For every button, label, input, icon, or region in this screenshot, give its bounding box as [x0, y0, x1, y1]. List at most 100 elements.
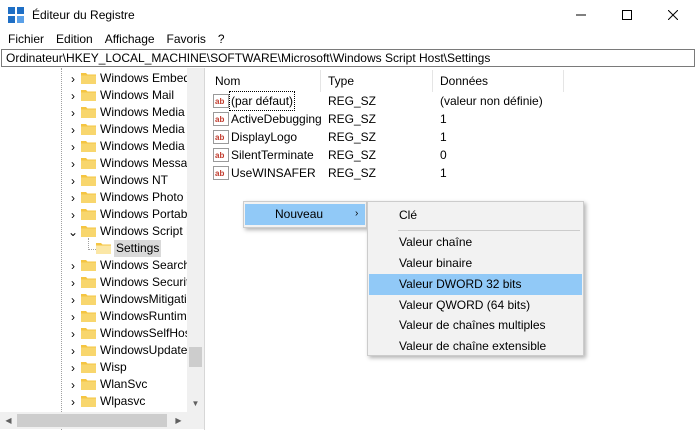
submenu-arrow-icon: ›: [355, 208, 359, 219]
close-button[interactable]: [650, 0, 696, 30]
expand-chevron-icon[interactable]: ›: [68, 359, 78, 376]
folder-icon: [81, 361, 96, 373]
tree-item-settings[interactable]: Settings: [0, 240, 190, 257]
value-row[interactable]: ab ActiveDebugging REG_SZ 1: [207, 110, 696, 128]
tree-item[interactable]: › Windows Media Player NSS: [0, 138, 190, 155]
tree-item[interactable]: › Windows Embedded: [0, 70, 190, 87]
expand-chevron-icon[interactable]: ›: [68, 189, 78, 206]
tree-item[interactable]: › Wisp: [0, 359, 190, 376]
menu-favoris[interactable]: Favoris: [161, 30, 212, 48]
menu-item-cle[interactable]: Clé: [369, 205, 582, 226]
tree-item[interactable]: › Windows Messaging Subsystem: [0, 155, 190, 172]
menu-bar: Fichier Edition Affichage Favoris ?: [0, 30, 231, 48]
value-type: REG_SZ: [328, 112, 377, 126]
svg-text:ab: ab: [215, 151, 224, 160]
scroll-down-arrow-icon[interactable]: ▼: [187, 395, 204, 412]
column-header-data[interactable]: Données: [432, 70, 488, 92]
expand-chevron-icon[interactable]: ›: [68, 376, 78, 393]
menu-item-valeur-chaine[interactable]: Valeur chaîne: [369, 232, 582, 253]
tree-item-label: Wlpasvc: [100, 394, 146, 408]
folder-icon: [96, 242, 111, 254]
menu-item-nouveau[interactable]: Nouveau: [245, 204, 365, 225]
expand-chevron-icon[interactable]: ›: [68, 393, 78, 410]
tree-item[interactable]: › WindowsRuntime: [0, 308, 190, 325]
value-name: SilentTerminate: [231, 148, 314, 162]
tree-item[interactable]: › Windows Search: [0, 257, 190, 274]
tree-item[interactable]: › WindowsSelfHost: [0, 325, 190, 342]
maximize-icon: [622, 10, 632, 20]
value-data: 0: [440, 148, 447, 162]
tree-item-label: Windows Media Foundation: [100, 122, 190, 136]
column-header-name[interactable]: Nom: [207, 70, 240, 92]
folder-icon: [81, 276, 96, 288]
tree-pane[interactable]: › Windows Embedded › Windows Mail › Wind…: [0, 68, 205, 430]
menu-item-valeur-dword[interactable]: Valeur DWORD 32 bits: [369, 274, 582, 295]
value-row[interactable]: ab (par défaut) REG_SZ (valeur non défin…: [207, 91, 696, 111]
tree-item[interactable]: › Wlpasvc: [0, 393, 190, 410]
folder-icon: [81, 259, 96, 271]
value-data: 1: [440, 112, 447, 126]
tree-item[interactable]: › WindowsUpdate: [0, 342, 190, 359]
menu-item-valeur-chaine-extensible[interactable]: Valeur de chaîne extensible: [369, 336, 582, 357]
column-divider[interactable]: [563, 70, 564, 92]
reg-sz-icon: ab: [213, 130, 229, 144]
address-bar[interactable]: Ordinateur\HKEY_LOCAL_MACHINE\SOFTWARE\M…: [1, 49, 695, 67]
tree-item[interactable]: › Windows Media Device Manager: [0, 104, 190, 121]
tree-item[interactable]: › Windows Mail: [0, 87, 190, 104]
tree-item-label: Wisp: [100, 360, 127, 374]
list-header: Nom Type Données: [207, 70, 696, 92]
expand-chevron-icon[interactable]: ›: [68, 206, 78, 223]
menu-item-valeur-chaines-multiples[interactable]: Valeur de chaînes multiples: [369, 315, 582, 336]
expand-chevron-icon[interactable]: ›: [68, 325, 78, 342]
menu-item-valeur-qword[interactable]: Valeur QWORD (64 bits): [369, 295, 582, 316]
minimize-button[interactable]: [558, 0, 604, 30]
collapse-chevron-icon[interactable]: ⌄: [68, 223, 78, 240]
folder-icon: [81, 395, 96, 407]
expand-chevron-icon[interactable]: ›: [68, 172, 78, 189]
expand-chevron-icon[interactable]: ›: [68, 342, 78, 359]
scrollbar-thumb[interactable]: [17, 414, 167, 427]
expand-chevron-icon[interactable]: ›: [68, 121, 78, 138]
expand-chevron-icon[interactable]: ›: [68, 274, 78, 291]
menu-edition[interactable]: Edition: [50, 30, 99, 48]
menu-affichage[interactable]: Affichage: [99, 30, 161, 48]
menu-item-label: Nouveau: [275, 207, 324, 221]
column-header-type[interactable]: Type: [320, 70, 354, 92]
tree-item[interactable]: › Windows Security Health: [0, 274, 190, 291]
menu-help[interactable]: ?: [212, 30, 231, 48]
menu-fichier[interactable]: Fichier: [2, 30, 50, 48]
expand-chevron-icon[interactable]: ›: [68, 291, 78, 308]
expand-chevron-icon[interactable]: ›: [68, 257, 78, 274]
value-row[interactable]: ab DisplayLogo REG_SZ 1: [207, 128, 696, 146]
menu-item-valeur-binaire[interactable]: Valeur binaire: [369, 253, 582, 274]
expand-chevron-icon[interactable]: ›: [68, 155, 78, 172]
value-row[interactable]: ab SilentTerminate REG_SZ 0: [207, 146, 696, 164]
expand-chevron-icon[interactable]: ›: [68, 104, 78, 121]
tree-item[interactable]: › Windows Media Foundation: [0, 121, 190, 138]
tree-item[interactable]: › Windows NT: [0, 172, 190, 189]
scroll-left-arrow-icon[interactable]: ◀: [0, 412, 17, 429]
maximize-button[interactable]: [604, 0, 650, 30]
tree-item[interactable]: › Windows Photo Viewer: [0, 189, 190, 206]
menu-separator: [398, 230, 580, 231]
expand-chevron-icon[interactable]: ›: [68, 87, 78, 104]
tree-item-windows-script-host[interactable]: ⌄ Windows Script Host: [0, 223, 190, 240]
scroll-right-arrow-icon[interactable]: ▶: [170, 412, 187, 429]
expand-chevron-icon[interactable]: ›: [68, 308, 78, 325]
tree-item[interactable]: › Windows Portable Devices: [0, 206, 190, 223]
title-bar: Éditeur du Registre: [0, 0, 696, 30]
tree-item[interactable]: › WlanSvc: [0, 376, 190, 393]
value-row[interactable]: ab UseWINSAFER REG_SZ 1: [207, 164, 696, 182]
tree-item-label: WlanSvc: [100, 377, 148, 391]
value-data: 1: [440, 166, 447, 180]
expand-chevron-icon[interactable]: ›: [68, 70, 78, 87]
tree-item-label: Windows Security Health: [100, 275, 190, 289]
tree-item[interactable]: › WindowsMitigation: [0, 291, 190, 308]
scrollbar-thumb[interactable]: [189, 347, 202, 367]
tree-horizontal-scrollbar[interactable]: ◀ ▶: [0, 412, 204, 429]
tree-item-label: Windows Embedded: [100, 71, 190, 85]
value-type: REG_SZ: [328, 130, 377, 144]
reg-sz-icon: ab: [213, 112, 229, 126]
tree-vertical-scrollbar[interactable]: ▼: [187, 68, 204, 412]
expand-chevron-icon[interactable]: ›: [68, 138, 78, 155]
